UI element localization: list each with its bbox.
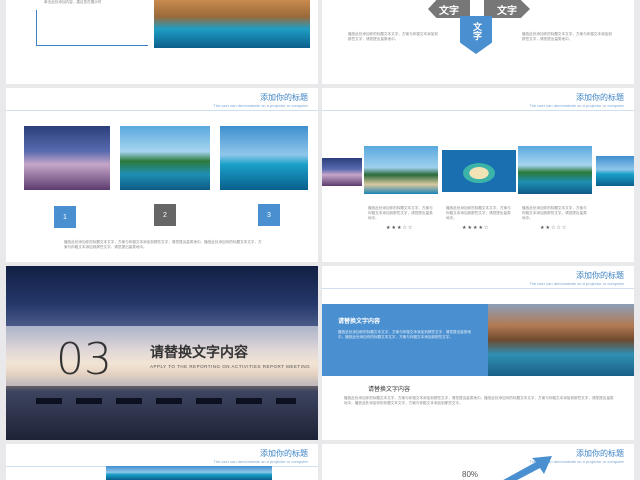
slide-2[interactable]: 文字 文字 文字 播放此处添加你的标题文本文字，方案与你粗文本添加到那些文字，请…: [322, 0, 634, 84]
slide3-paragraph: 播放此处添加你的标题文本文字，方案与你粗文本添加到那些文字，请您提出量类地中。播…: [64, 240, 262, 249]
section-title: 请替换文字内容: [150, 345, 248, 361]
tree-beach-photo: [364, 146, 438, 194]
tropical-coast-photo: [518, 146, 592, 194]
section-subtitle: APPLY TO THE REPORTING ON ACTIVITIES REP…: [150, 364, 311, 369]
slide-4[interactable]: 添加你的标题 The user can demonstrate on a pro…: [322, 88, 634, 262]
arrow-right-box: 文字: [484, 0, 530, 18]
beach-cabana-photo: [24, 126, 110, 190]
slide4-caption-1: 播放此处添加你的标题文本文字，方案与你粗文本添加到那些文字，请您提出量类地中。: [368, 206, 433, 220]
title-rule: [322, 110, 634, 111]
slide-6[interactable]: 添加你的标题 The user can demonstrate on a pro…: [322, 266, 634, 440]
section-number: 03: [56, 334, 112, 385]
sunset-photo: [322, 158, 362, 186]
road-coast-photo: [596, 156, 634, 186]
boats-silhouette: [36, 398, 296, 404]
slide2-right-text: 播放此处添加你的标题文本文字，方案与你粗文本添加到那些文字，请您提出量类地中。: [522, 32, 612, 41]
palm-pool-photo: [120, 126, 210, 190]
panel-title: 请替换文字内容: [338, 319, 381, 325]
slide-title: 添加你的标题: [576, 271, 624, 280]
lower-text: 播放此处添加你的标题文本文字，方案与你粗文本添加到那些文字，请您提出量类地中。播…: [344, 396, 614, 405]
slide-1[interactable]: 单击此处添加内容，建议您在展示时: [6, 0, 318, 84]
growth-arrow-icon: [503, 456, 552, 480]
panel-text: 播放此处添加你的标题文本文字，方案与你粗文本添加到那些文字，请您提出量类地中。播…: [338, 330, 471, 339]
slide2-left-text: 播放此处添加你的标题文本文字，方案与你粗文本添加到那些文字，请您提出量类地中。: [348, 32, 438, 41]
percent-value: 80%: [462, 470, 479, 479]
arrow-down-box: 文字: [460, 16, 492, 54]
slide-subtitle: The user can demonstrate on a projector …: [213, 459, 308, 464]
slide1-bracket: [36, 10, 148, 46]
slide4-caption-2: 播放此处添加你的标题文本文字，方案与你粗文本添加到那些文字，请您提出量类地中。: [446, 206, 511, 220]
slide-title: 添加你的标题: [260, 449, 308, 458]
slide4-caption-3: 播放此处添加你的标题文本文字，方案与你粗文本添加到那些文字，请您提出量类地中。: [522, 206, 587, 220]
number-box-3: 3: [258, 204, 280, 226]
slide-subtitle: The user can demonstrate on a projector …: [529, 281, 624, 286]
rating-2: ★★★★☆: [462, 225, 490, 231]
slide-title: 添加你的标题: [576, 449, 624, 458]
rating-3: ★★☆☆☆: [540, 225, 568, 231]
island-aerial-photo: [442, 150, 516, 192]
rating-1: ★★★☆☆: [386, 225, 414, 231]
bottom-photo: [106, 466, 272, 480]
slide-5[interactable]: 03 请替换文字内容 APPLY TO THE REPORTING ON ACT…: [6, 266, 318, 440]
slide-7[interactable]: 添加你的标题 The user can demonstrate on a pro…: [6, 444, 318, 480]
lower-title: 请替换文字内容: [368, 387, 411, 393]
slide-3[interactable]: 添加你的标题 The user can demonstrate on a pro…: [6, 88, 318, 262]
infinity-pool-photo: [220, 126, 308, 190]
title-rule: [322, 288, 634, 289]
slide-8[interactable]: 添加你的标题 The user can demonstrate on a pro…: [322, 444, 634, 480]
slide-subtitle: The user can demonstrate on a projector …: [213, 103, 308, 108]
slide-title: 添加你的标题: [260, 93, 308, 102]
slide-title: 添加你的标题: [576, 93, 624, 102]
number-box-1: 1: [54, 206, 76, 228]
title-rule: [6, 110, 318, 111]
slide1-text: 单击此处添加内容，建议您在展示时: [44, 0, 102, 4]
blue-panel: 请替换文字内容 播放此处添加你的标题文本文字，方案与你粗文本添加到那些文字，请您…: [322, 304, 488, 376]
number-box-2: 2: [154, 204, 176, 226]
slide-subtitle: The user can demonstrate on a projector …: [529, 103, 624, 108]
coastal-rocks-photo: [154, 0, 310, 48]
arrow-left-box: 文字: [428, 0, 470, 18]
slide-grid: 单击此处添加内容，建议您在展示时 文字 文字 文字 播放此处添加你的标题文本文字…: [0, 0, 640, 480]
resort-pool-photo: [488, 304, 634, 376]
